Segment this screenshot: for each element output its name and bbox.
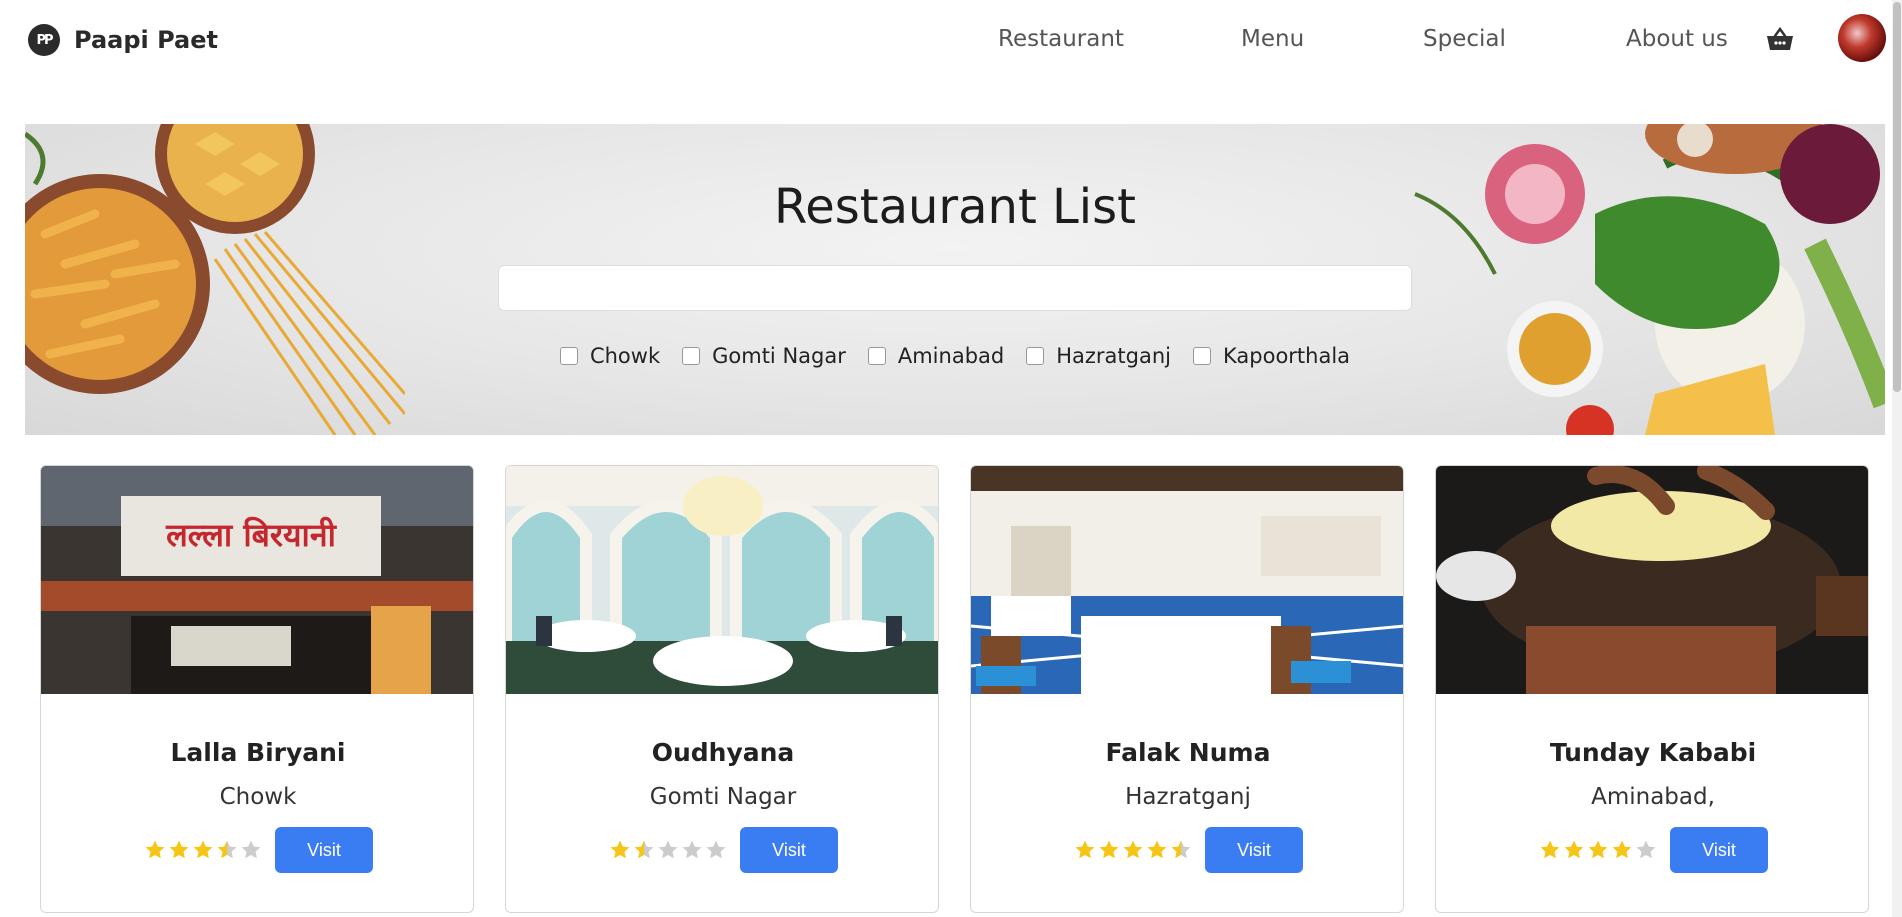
filter-gomti-nagar[interactable]: Gomti Nagar bbox=[682, 344, 846, 368]
star-icon bbox=[193, 840, 213, 859]
area-filters: Chowk Gomti Nagar Aminabad Hazratganj Ka… bbox=[25, 344, 1885, 368]
visit-button[interactable]: Visit bbox=[1670, 827, 1768, 873]
filter-kapoorthala[interactable]: Kapoorthala bbox=[1193, 344, 1350, 368]
star-icon bbox=[1564, 840, 1584, 859]
filter-label: Aminabad bbox=[897, 344, 1005, 368]
restaurant-photo bbox=[1436, 466, 1868, 694]
page-scrollbar[interactable] bbox=[1892, 0, 1902, 917]
restaurant-name: Oudhyana bbox=[651, 738, 795, 767]
nav-link-menu[interactable]: Menu bbox=[1241, 26, 1304, 52]
filter-label: Chowk bbox=[589, 344, 661, 368]
filter-label: Gomti Nagar bbox=[712, 344, 846, 368]
star-icon bbox=[1540, 840, 1560, 859]
pasta-illustration bbox=[25, 124, 407, 435]
hero-banner: Restaurant List Chowk Gomti Nagar Aminab… bbox=[25, 124, 1885, 435]
checkbox[interactable] bbox=[559, 347, 578, 365]
star-icon bbox=[706, 840, 726, 859]
restaurant-name: Falak Numa bbox=[1105, 738, 1271, 767]
filter-label: Kapoorthala bbox=[1223, 344, 1351, 368]
filter-aminabad[interactable]: Aminabad bbox=[867, 344, 1005, 368]
restaurant-photo bbox=[971, 466, 1403, 694]
brand[interactable]: PP Paapi Paet bbox=[28, 24, 218, 56]
brand-logo-icon: PP bbox=[28, 24, 60, 56]
restaurant-name: Tunday Kababi bbox=[1549, 738, 1757, 767]
star-icon bbox=[1075, 840, 1095, 859]
star-icon bbox=[1147, 840, 1167, 859]
star-icon bbox=[145, 840, 165, 859]
star-icon bbox=[1636, 840, 1656, 859]
star-icon bbox=[217, 840, 237, 859]
star-rating bbox=[608, 839, 728, 861]
star-rating bbox=[1073, 839, 1193, 861]
visit-button[interactable]: Visit bbox=[740, 827, 838, 873]
star-rating bbox=[1538, 839, 1658, 861]
star-icon bbox=[1612, 840, 1632, 859]
scrollbar-thumb[interactable] bbox=[1893, 2, 1901, 392]
checkbox[interactable] bbox=[867, 347, 886, 365]
shop-sign-text: लल्ला बिरयानी bbox=[165, 516, 338, 554]
star-icon bbox=[241, 840, 261, 859]
restaurant-card: Oudhyana Gomti Nagar Visit bbox=[505, 465, 939, 913]
search-input[interactable] bbox=[498, 265, 1412, 311]
filter-hazratganj[interactable]: Hazratganj bbox=[1026, 344, 1171, 368]
basket-icon[interactable] bbox=[1766, 26, 1794, 52]
filter-chowk[interactable]: Chowk bbox=[559, 344, 661, 368]
vegetables-illustration bbox=[1395, 124, 1885, 435]
nav-link-special[interactable]: Special bbox=[1423, 26, 1506, 52]
restaurant-area: Aminabad, bbox=[1591, 784, 1715, 810]
nav-link-about-us[interactable]: About us bbox=[1626, 26, 1728, 52]
star-icon bbox=[682, 840, 702, 859]
restaurant-area: Hazratganj bbox=[1125, 784, 1251, 810]
star-rating bbox=[143, 839, 263, 861]
checkbox[interactable] bbox=[682, 347, 701, 365]
restaurant-photo bbox=[506, 466, 938, 694]
restaurant-card: लल्ला बिरयानी Lalla Biryani Chowk Visit bbox=[40, 465, 474, 913]
user-avatar[interactable] bbox=[1838, 14, 1886, 62]
checkbox[interactable] bbox=[1193, 347, 1211, 365]
visit-button[interactable]: Visit bbox=[1205, 827, 1303, 873]
filter-label: Hazratganj bbox=[1056, 344, 1171, 368]
star-icon bbox=[169, 840, 189, 859]
star-icon bbox=[610, 840, 630, 859]
restaurant-photo: लल्ला बिरयानी bbox=[41, 466, 473, 694]
restaurant-name: Lalla Biryani bbox=[170, 738, 346, 767]
nav-link-restaurant[interactable]: Restaurant bbox=[998, 26, 1124, 52]
checkbox[interactable] bbox=[1026, 347, 1045, 365]
restaurant-card: Tunday Kababi Aminabad, Visit bbox=[1435, 465, 1869, 913]
restaurant-area: Gomti Nagar bbox=[649, 784, 797, 810]
star-icon bbox=[634, 840, 654, 859]
star-icon bbox=[1099, 840, 1119, 859]
page-title: Restaurant List bbox=[774, 179, 1136, 235]
star-icon bbox=[1588, 840, 1608, 859]
star-icon bbox=[1171, 840, 1191, 859]
restaurant-card: Falak Numa Hazratganj Visit bbox=[970, 465, 1404, 913]
restaurant-area: Chowk bbox=[219, 784, 297, 810]
visit-button[interactable]: Visit bbox=[275, 827, 373, 873]
star-icon bbox=[1123, 840, 1143, 859]
brand-name: Paapi Paet bbox=[74, 26, 218, 54]
star-icon bbox=[658, 840, 678, 859]
top-navbar: PP Paapi Paet Restaurant Menu Special Ab… bbox=[0, 0, 1902, 80]
